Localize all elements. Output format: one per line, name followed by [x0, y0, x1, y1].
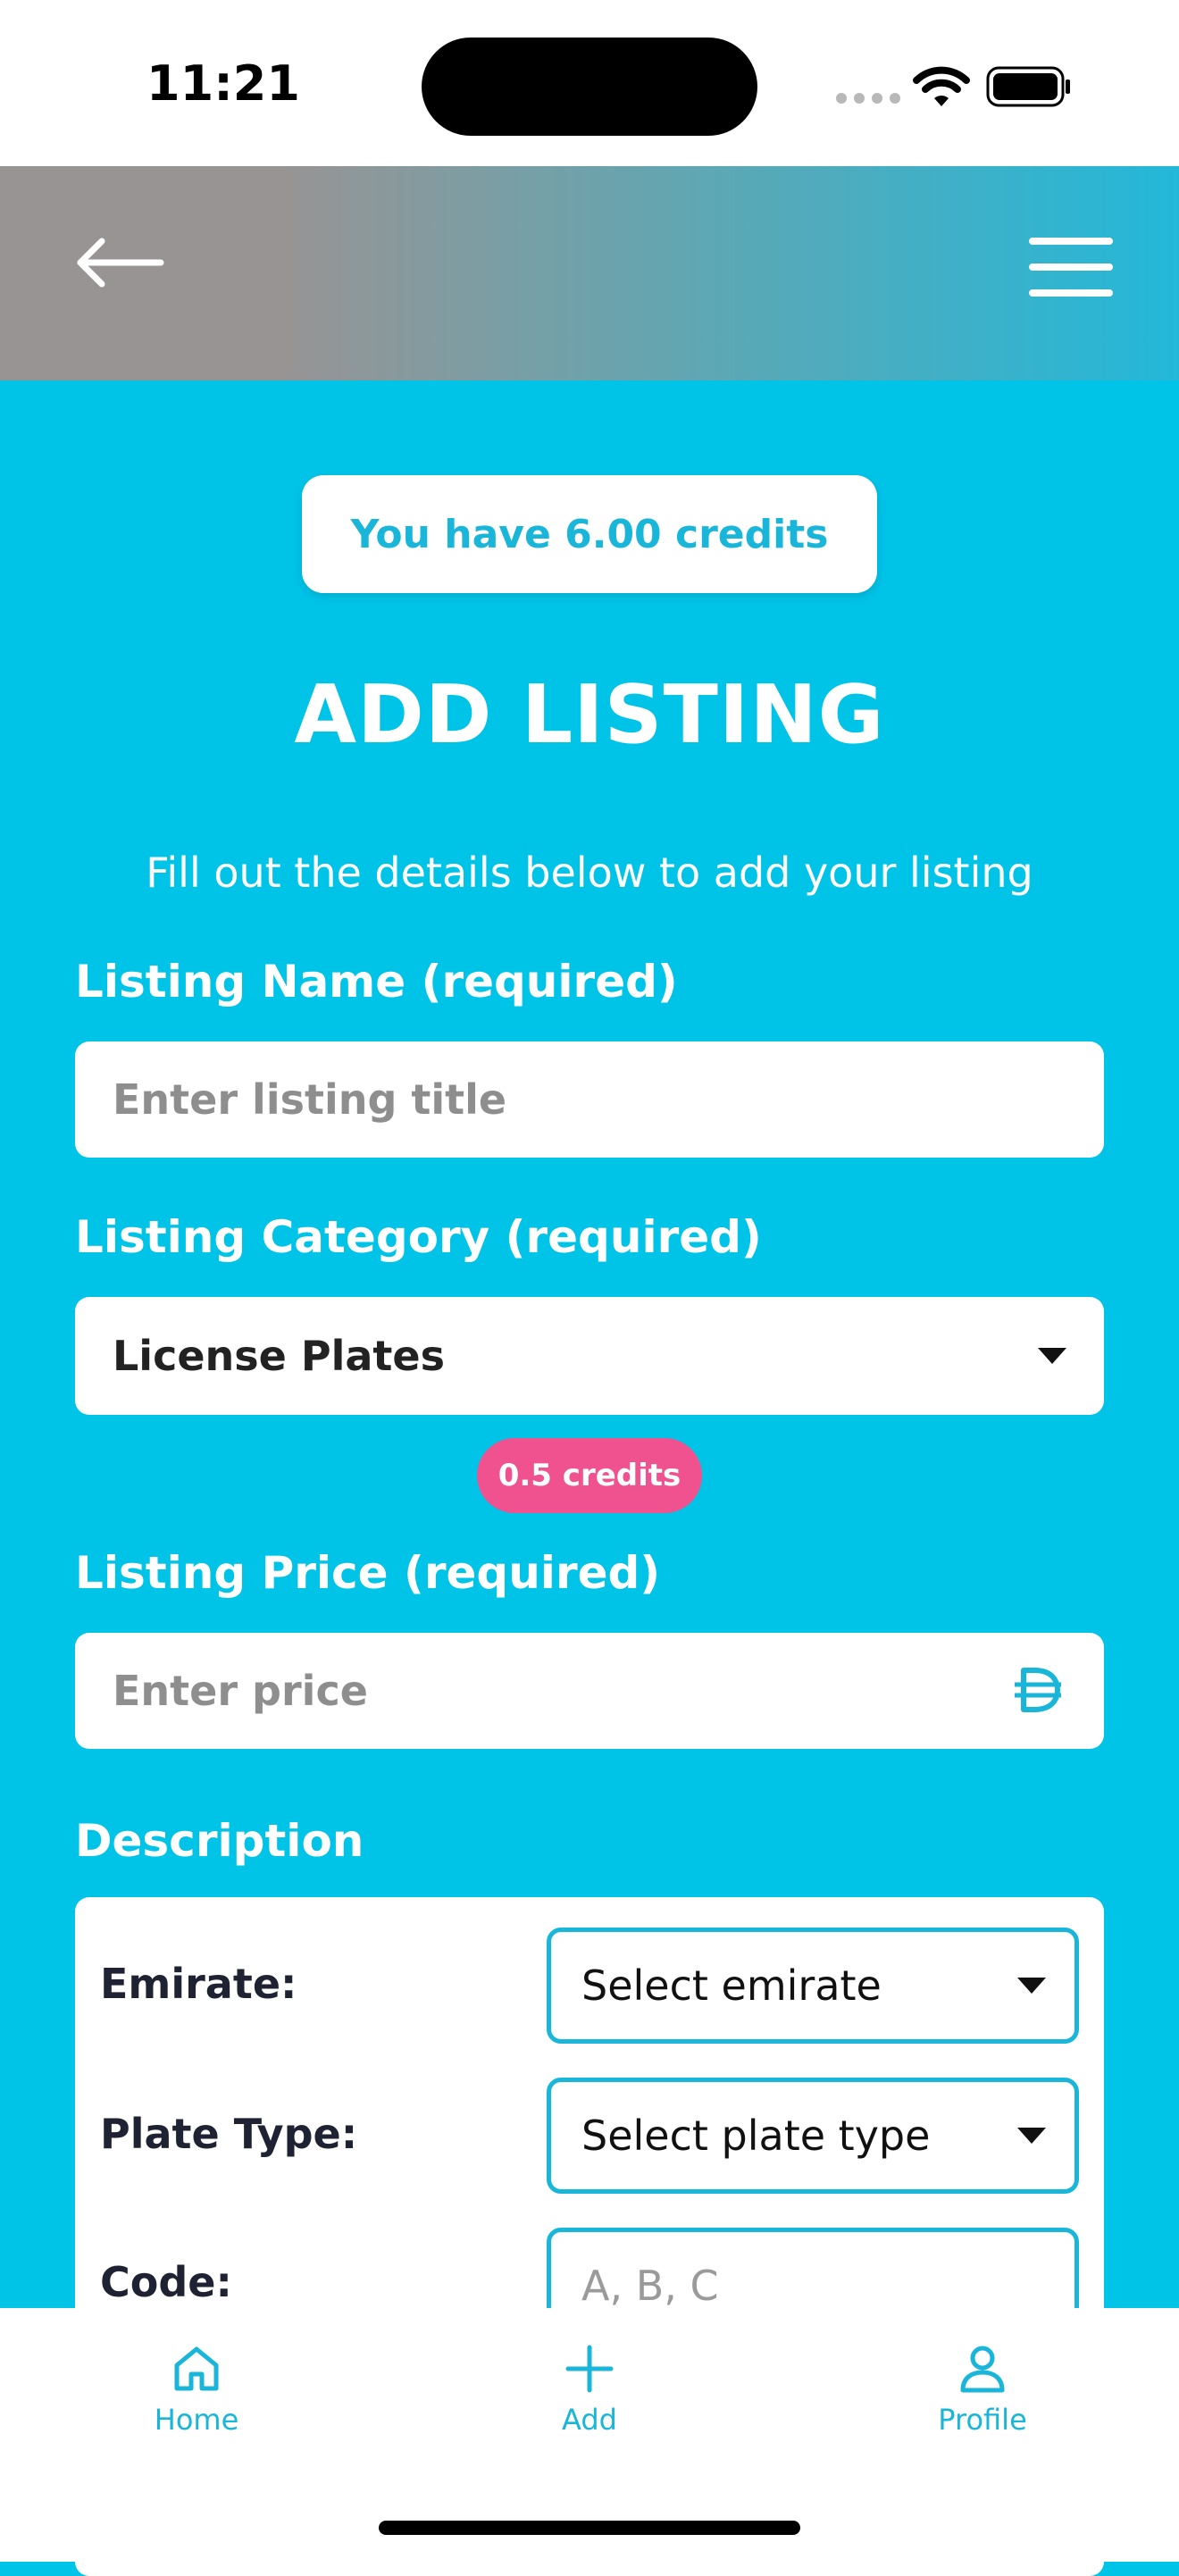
- plate-type-select[interactable]: Select plate type: [547, 2078, 1079, 2194]
- dirham-currency-icon: [1015, 1668, 1061, 1712]
- wifi-icon: [913, 66, 970, 106]
- plus-icon: [565, 2345, 614, 2393]
- status-time: 11:21: [146, 55, 300, 112]
- code-label: Code:: [100, 2258, 232, 2306]
- person-icon: [960, 2346, 1005, 2393]
- credits-balance: You have 6.00 credits: [302, 475, 877, 593]
- chevron-down-icon: [1017, 1978, 1046, 1994]
- dynamic-island: [422, 38, 757, 136]
- plate-type-select-value: Select plate type: [581, 2112, 931, 2160]
- tab-profile[interactable]: Profile: [849, 2308, 1116, 2437]
- category-cost-badge: 0.5 credits: [477, 1438, 702, 1513]
- listing-name-input[interactable]: [75, 1041, 1104, 1158]
- listing-price-label: Listing Price (required): [75, 1547, 661, 1599]
- page-title: ADD LISTING: [294, 668, 885, 762]
- tab-add[interactable]: Add: [456, 2308, 723, 2437]
- listing-category-value: License Plates: [113, 1332, 445, 1380]
- emirate-select-value: Select emirate: [581, 1961, 882, 2010]
- tab-add-label: Add: [562, 2403, 617, 2437]
- status-bar: 11:21: [0, 0, 1179, 166]
- home-indicator[interactable]: [379, 2521, 800, 2535]
- hamburger-menu-icon[interactable]: [1029, 238, 1113, 297]
- battery-icon: [986, 66, 1070, 107]
- listing-category-label: Listing Category (required): [75, 1211, 762, 1263]
- app-header: [0, 166, 1179, 381]
- tab-profile-label: Profile: [938, 2403, 1027, 2437]
- description-label: Description: [75, 1815, 364, 1867]
- chevron-down-icon: [1038, 1348, 1066, 1364]
- listing-name-label: Listing Name (required): [75, 956, 678, 1008]
- emirate-select[interactable]: Select emirate: [547, 1928, 1079, 2044]
- home-icon: [174, 2346, 219, 2391]
- listing-price-input[interactable]: [75, 1633, 1104, 1749]
- tab-home-label: Home: [154, 2403, 239, 2437]
- tab-home[interactable]: Home: [63, 2308, 330, 2437]
- back-arrow-icon[interactable]: [75, 238, 164, 288]
- page-subtitle: Fill out the details below to add your l…: [146, 849, 1033, 897]
- listing-category-select[interactable]: License Plates: [75, 1297, 1104, 1415]
- emirate-label: Emirate:: [100, 1960, 297, 2008]
- chevron-down-icon: [1017, 2128, 1046, 2144]
- plate-type-label: Plate Type:: [100, 2110, 358, 2158]
